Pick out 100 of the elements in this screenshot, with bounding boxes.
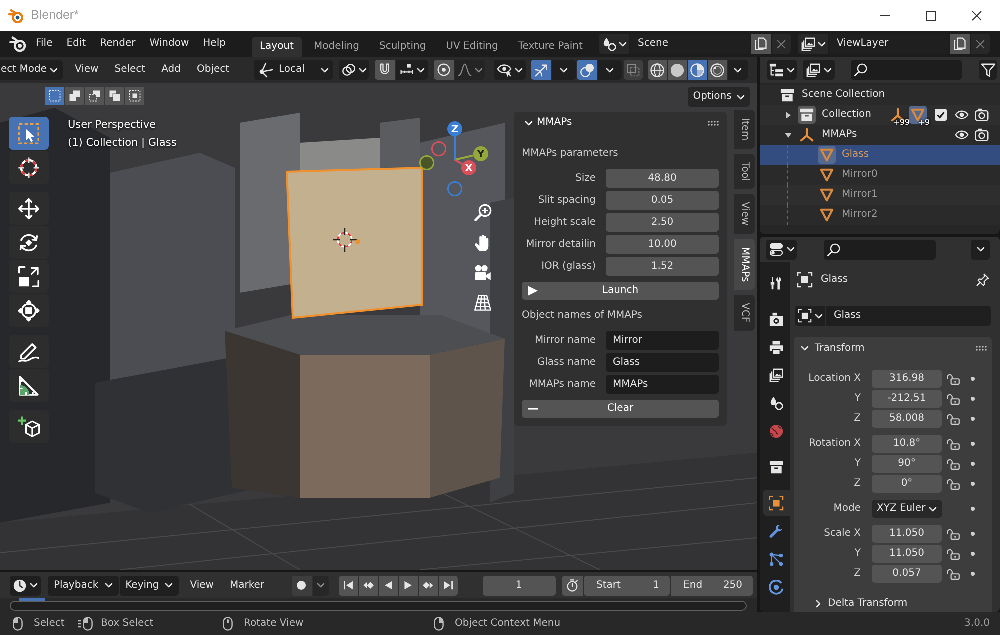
eye-icon[interactable]	[955, 130, 969, 140]
display-mode-dropdown[interactable]	[767, 60, 797, 80]
menu-item[interactable]: View	[182, 576, 222, 596]
outliner-item[interactable]: Collection	[822, 109, 872, 121]
skip-end-button[interactable]	[438, 576, 458, 596]
sidebar-tab[interactable]: VCF	[734, 295, 755, 331]
menu-item[interactable]: Object	[188, 60, 238, 80]
mode-dropdown[interactable]: ect Mode	[0, 60, 63, 80]
caret-right-icon[interactable]	[786, 112, 791, 118]
gizmo-toggle[interactable]	[531, 60, 551, 80]
unlink-button[interactable]	[971, 34, 990, 54]
menu-item[interactable]: Select	[106, 60, 154, 80]
selection-mode-button[interactable]	[65, 87, 84, 105]
padlock-icon[interactable]	[947, 438, 960, 450]
outliner-item[interactable]: Mirror1	[842, 189, 878, 201]
tool-button[interactable]	[9, 260, 49, 293]
logo-icon[interactable]	[9, 35, 27, 53]
preview-range-toggle[interactable]	[562, 576, 583, 596]
shading-mode-button[interactable]	[708, 60, 727, 80]
proportional-editing-toggle[interactable]	[434, 60, 454, 80]
number-field[interactable]: 48.80	[606, 169, 719, 188]
action-button[interactable]: Clear	[522, 400, 719, 418]
padlock-icon[interactable]	[947, 374, 960, 384]
keyframe-dot-icon[interactable]	[971, 397, 975, 401]
action-button[interactable]: Launch	[522, 282, 719, 300]
keyframe-dot-icon[interactable]	[971, 552, 975, 556]
search-field[interactable]	[824, 240, 936, 260]
menu-item[interactable]: Edit	[60, 34, 94, 54]
number-field[interactable]: 0.057	[872, 565, 942, 583]
workspace-tab[interactable]: Sculpting	[371, 37, 434, 57]
menu-item[interactable]: File	[29, 34, 60, 54]
keyframe-dot-icon[interactable]	[971, 417, 975, 421]
number-field[interactable]: 10.00	[606, 235, 719, 254]
axis-handle[interactable]: Y	[454, 146, 488, 162]
camera-icon[interactable]	[975, 108, 989, 122]
keyframe-dot-icon[interactable]	[971, 572, 975, 576]
shading-mode-button[interactable]	[648, 60, 667, 80]
orientation-dropdown[interactable]: Local	[254, 60, 333, 80]
padlock-icon[interactable]	[947, 458, 960, 470]
tool-button[interactable]	[9, 151, 49, 184]
number-field[interactable]: 58.008	[872, 410, 942, 428]
end-frame-field[interactable]: End 250	[670, 576, 753, 596]
snap-target-dropdown[interactable]	[396, 60, 428, 80]
selection-mode-button[interactable]	[125, 87, 144, 105]
grid-icon[interactable]	[474, 294, 492, 312]
tool-button[interactable]	[9, 192, 49, 225]
options-dropdown[interactable]	[971, 240, 990, 260]
start-frame-field[interactable]: Start 1	[584, 576, 670, 596]
outliner-item[interactable]: Scene Collection	[802, 89, 886, 101]
number-field[interactable]: 10.8°	[872, 435, 942, 453]
pivot-dropdown[interactable]	[339, 60, 369, 80]
skip-start-button[interactable]	[338, 576, 358, 596]
keyframe-dot-icon[interactable]	[971, 377, 975, 381]
shading-mode-button[interactable]	[688, 60, 707, 80]
rotation-mode-dropdown[interactable]: XYZ Euler	[872, 500, 942, 518]
selection-mode-button[interactable]	[105, 87, 124, 105]
unlink-button[interactable]	[772, 34, 791, 54]
menu-item[interactable]: Add	[154, 60, 189, 80]
sidebar-tab[interactable]: View	[734, 194, 755, 234]
padlock-icon[interactable]	[947, 568, 960, 580]
keyframe-dot-icon[interactable]	[971, 532, 975, 536]
number-field[interactable]: 0.05	[606, 191, 719, 210]
tool-button[interactable]	[9, 226, 49, 259]
copy-button[interactable]	[950, 34, 970, 54]
workspace-tab[interactable]: Modeling	[306, 37, 368, 57]
axis-handle[interactable]: Z	[448, 122, 462, 160]
name-field[interactable]: Glass	[826, 306, 991, 326]
menu-item[interactable]: View	[67, 60, 107, 80]
keyframe-dot-icon[interactable]	[971, 507, 975, 511]
selection-mode-button[interactable]	[45, 87, 64, 105]
text-field[interactable]: Mirror	[606, 331, 719, 350]
menu-dropdown[interactable]: Keying	[120, 576, 180, 596]
menu-dropdown[interactable]: Playback	[48, 576, 119, 596]
number-field[interactable]: 0°	[872, 475, 942, 493]
padlock-icon[interactable]	[947, 414, 960, 424]
properties-tab[interactable]	[763, 490, 790, 516]
falloff-dropdown[interactable]	[455, 60, 485, 80]
number-field[interactable]: 11.050	[872, 525, 942, 543]
keyframe-dot-icon[interactable]	[971, 462, 975, 466]
number-field[interactable]: 316.98	[872, 370, 942, 388]
padlock-icon[interactable]	[947, 548, 960, 560]
tool-button[interactable]	[9, 369, 49, 402]
text-field[interactable]: MMAPs	[606, 375, 719, 394]
scene-browse-button[interactable]	[599, 34, 629, 54]
camera-icon[interactable]	[474, 264, 492, 282]
scrollbar[interactable]	[10, 601, 747, 611]
play-button[interactable]	[398, 576, 418, 596]
xray-toggle[interactable]	[624, 60, 643, 80]
tool-button[interactable]	[9, 410, 49, 443]
padlock-icon[interactable]	[947, 478, 960, 490]
menu-item[interactable]: Marker	[222, 576, 273, 596]
caret-down-icon[interactable]	[785, 132, 792, 138]
filter-dropdown[interactable]	[803, 60, 835, 80]
current-frame-field[interactable]: 1	[482, 576, 556, 596]
shading-dropdown[interactable]	[728, 60, 748, 80]
drag-handle-icon[interactable]	[976, 346, 987, 351]
gizmo-dropdown[interactable]	[552, 60, 576, 80]
outliner-item[interactable]: MMAPs	[822, 129, 858, 141]
sidebar-tab[interactable]: Tool	[734, 154, 755, 190]
workspace-tab[interactable]: Layout	[252, 37, 302, 57]
